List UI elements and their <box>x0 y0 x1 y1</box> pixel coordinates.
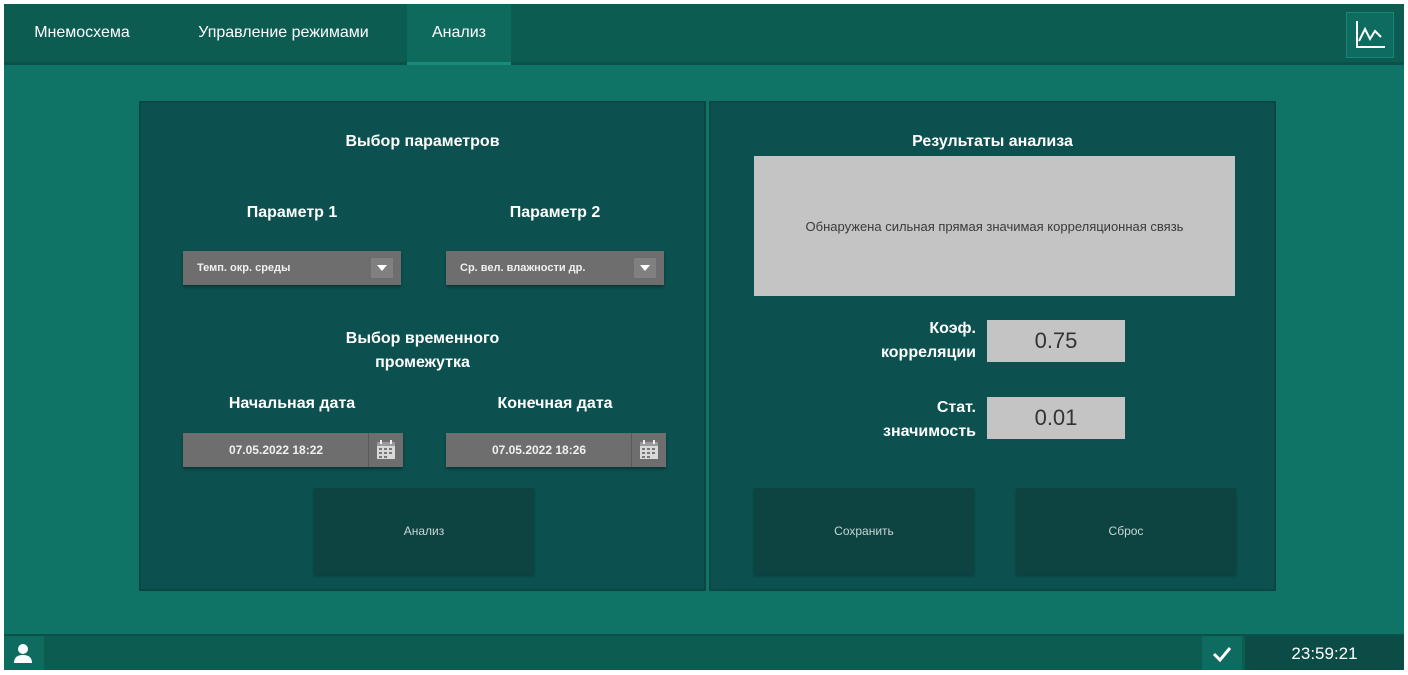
parameters-title: Выбор параметров <box>345 133 500 150</box>
status-indicator[interactable] <box>1202 636 1242 670</box>
correlation-value: 0.75 <box>987 320 1125 362</box>
start-date-value: 07.05.2022 18:22 <box>228 443 324 457</box>
significance-label-line1: Стат. <box>936 399 976 416</box>
user-icon <box>14 644 32 663</box>
time-range-title: Выбор временного промежутка <box>141 327 704 375</box>
time-range-title-line1: Выбор временного <box>345 330 500 347</box>
param2-label: Параметр 2 <box>509 204 601 221</box>
result-text-box: Обнаружена сильная прямая значимая корре… <box>754 156 1235 296</box>
tab-mnemoscheme[interactable]: Мнемосхема <box>4 4 160 62</box>
correlation-label: Коэф. корреляции <box>846 317 976 365</box>
save-button[interactable]: Сохранить <box>754 488 974 574</box>
end-date-label: Конечная дата <box>497 395 613 412</box>
reset-button[interactable]: Сброс <box>1016 488 1236 574</box>
significance-label-line2: значимость <box>883 423 976 440</box>
top-navigation-bar: Мнемосхема Управление режимами Анализ <box>4 4 1404 65</box>
chevron-down-icon[interactable] <box>634 258 656 278</box>
correlation-label-line1: Коэф. <box>929 320 976 337</box>
tab-mode-control[interactable]: Управление режимами <box>160 4 407 62</box>
analyze-button[interactable]: Анализ <box>314 488 534 574</box>
end-date-value: 07.05.2022 18:26 <box>491 443 587 457</box>
analysis-results-panel: Результаты анализа Обнаружена сильная пр… <box>709 101 1276 591</box>
result-text: Обнаружена сильная прямая значимая корре… <box>805 218 1184 234</box>
time-range-title-line2: промежутка <box>375 354 470 371</box>
param2-value: Ср. вел. влажности др. <box>460 262 586 274</box>
start-date-label: Начальная дата <box>228 395 356 412</box>
line-chart-icon <box>1356 21 1385 48</box>
clock: 23:59:21 <box>1245 636 1404 670</box>
tab-label: Управление режимами <box>198 24 369 41</box>
app-window: Мнемосхема Управление режимами Анализ Вы… <box>4 4 1404 670</box>
status-bar: 23:59:21 <box>4 634 1404 670</box>
check-icon <box>1212 647 1232 663</box>
correlation-label-line2: корреляции <box>880 344 976 361</box>
parameter-selection-panel: Выбор параметров Параметр 1 Параметр 2 Т… <box>139 101 706 591</box>
param2-dropdown[interactable]: Ср. вел. влажности др. <box>446 251 664 285</box>
user-button[interactable] <box>4 636 44 670</box>
tab-label: Анализ <box>431 24 486 41</box>
significance-value: 0.01 <box>987 397 1125 439</box>
significance-label: Стат. значимость <box>846 396 976 444</box>
calendar-icon[interactable] <box>368 433 403 467</box>
param1-label: Параметр 1 <box>246 204 338 221</box>
chart-view-button[interactable] <box>1346 12 1394 58</box>
tab-analysis[interactable]: Анализ <box>407 4 511 65</box>
param1-dropdown[interactable]: Темп. окр. среды <box>183 251 401 285</box>
tab-label: Мнемосхема <box>34 24 130 41</box>
chevron-down-icon[interactable] <box>371 258 393 278</box>
calendar-icon[interactable] <box>631 433 666 467</box>
start-date-field[interactable]: 07.05.2022 18:22 <box>183 433 403 467</box>
param1-value: Темп. окр. среды <box>197 262 291 274</box>
end-date-field[interactable]: 07.05.2022 18:26 <box>446 433 666 467</box>
results-title: Результаты анализа <box>912 133 1073 150</box>
